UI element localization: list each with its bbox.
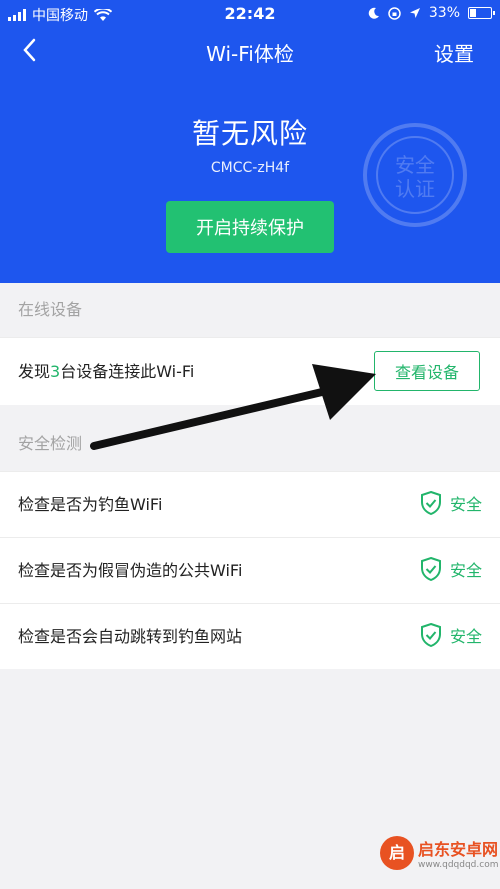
online-devices-header: 在线设备 xyxy=(18,300,83,319)
view-devices-button[interactable]: 查看设备 xyxy=(374,351,480,391)
check-label: 检查是否为钓鱼WiFi xyxy=(18,495,163,514)
status-bar: 中国移动 22:42 33% xyxy=(0,0,500,28)
check-row-fake-public: 检查是否为假冒伪造的公共WiFi 安全 xyxy=(0,537,500,603)
annotation-arrow-icon xyxy=(90,364,376,450)
check-status: 安全 xyxy=(449,561,482,580)
svg-text:认证: 认证 xyxy=(395,177,435,201)
shield-check-icon xyxy=(420,557,441,581)
site-watermark: 启 启东安卓网 www.qdqdqd.com xyxy=(380,820,500,889)
watermark-url: www.qdqdqd.com xyxy=(418,860,499,870)
battery-percent: 33% xyxy=(428,5,460,21)
device-count: 3 xyxy=(50,362,61,381)
security-seal-icon: 安全 认证 xyxy=(363,123,467,227)
watermark-title: 启东安卓网 xyxy=(418,840,499,859)
watermark-logo: 启 xyxy=(380,836,414,870)
moon-icon xyxy=(368,7,379,19)
enable-protection-button[interactable]: 开启持续保护 xyxy=(166,201,334,253)
svg-text:安全: 安全 xyxy=(395,153,435,177)
check-row-redirect: 检查是否会自动跳转到钓鱼网站 安全 xyxy=(0,603,500,669)
settings-link[interactable]: 设置 xyxy=(434,38,474,67)
page-title: Wi-Fi体检 xyxy=(206,42,294,66)
check-status: 安全 xyxy=(449,627,482,646)
check-label: 检查是否为假冒伪造的公共WiFi xyxy=(18,561,243,580)
rotation-lock-icon xyxy=(388,6,401,20)
check-status: 安全 xyxy=(449,495,482,514)
check-label: 检查是否会自动跳转到钓鱼网站 xyxy=(18,627,243,646)
nav-bar: Wi-Fi体检 设置 xyxy=(0,28,500,72)
check-row-phishing: 检查是否为钓鱼WiFi 安全 xyxy=(0,471,500,537)
shield-check-icon xyxy=(420,623,441,647)
battery-icon xyxy=(468,7,495,19)
header-panel: 中国移动 22:42 33% Wi-Fi体检 设置 暂无风险 CMCC-zH4f… xyxy=(0,0,500,283)
location-icon xyxy=(409,8,420,18)
shield-check-icon xyxy=(420,491,441,515)
